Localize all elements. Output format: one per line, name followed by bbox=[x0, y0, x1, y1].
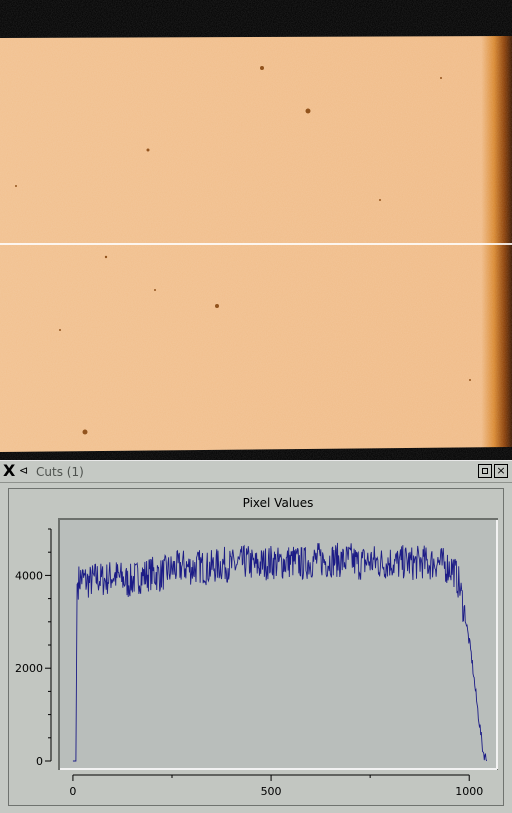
x-tick-label: 1000 bbox=[455, 785, 483, 798]
x-logo-icon[interactable]: X bbox=[3, 462, 15, 480]
cut-line[interactable] bbox=[0, 243, 512, 245]
pixel-values-chart[interactable]: Pixel Values 0 2000 4000 0 500 1000 bbox=[9, 489, 503, 805]
y-tick-label: 2000 bbox=[15, 662, 43, 675]
pin-icon[interactable]: ⊲ bbox=[19, 464, 28, 478]
x-tick-label: 500 bbox=[261, 785, 282, 798]
window-titlebar[interactable]: X ⊲ Cuts (1) × bbox=[0, 461, 512, 483]
chart-title: Pixel Values bbox=[243, 496, 314, 510]
plot-panel: Pixel Values 0 2000 4000 0 500 1000 bbox=[8, 488, 504, 806]
window-title: Cuts (1) bbox=[36, 465, 84, 479]
y-tick-label: 4000 bbox=[15, 569, 43, 582]
image-display[interactable] bbox=[0, 0, 512, 460]
maximize-button[interactable] bbox=[478, 464, 492, 478]
cuts-window: X ⊲ Cuts (1) × Pixel Values 0 2000 4000 0 500… bbox=[0, 460, 512, 813]
detector-image bbox=[0, 0, 512, 460]
close-button[interactable]: × bbox=[494, 464, 508, 478]
x-tick-label: 0 bbox=[69, 785, 76, 798]
y-tick-label: 0 bbox=[36, 755, 43, 768]
